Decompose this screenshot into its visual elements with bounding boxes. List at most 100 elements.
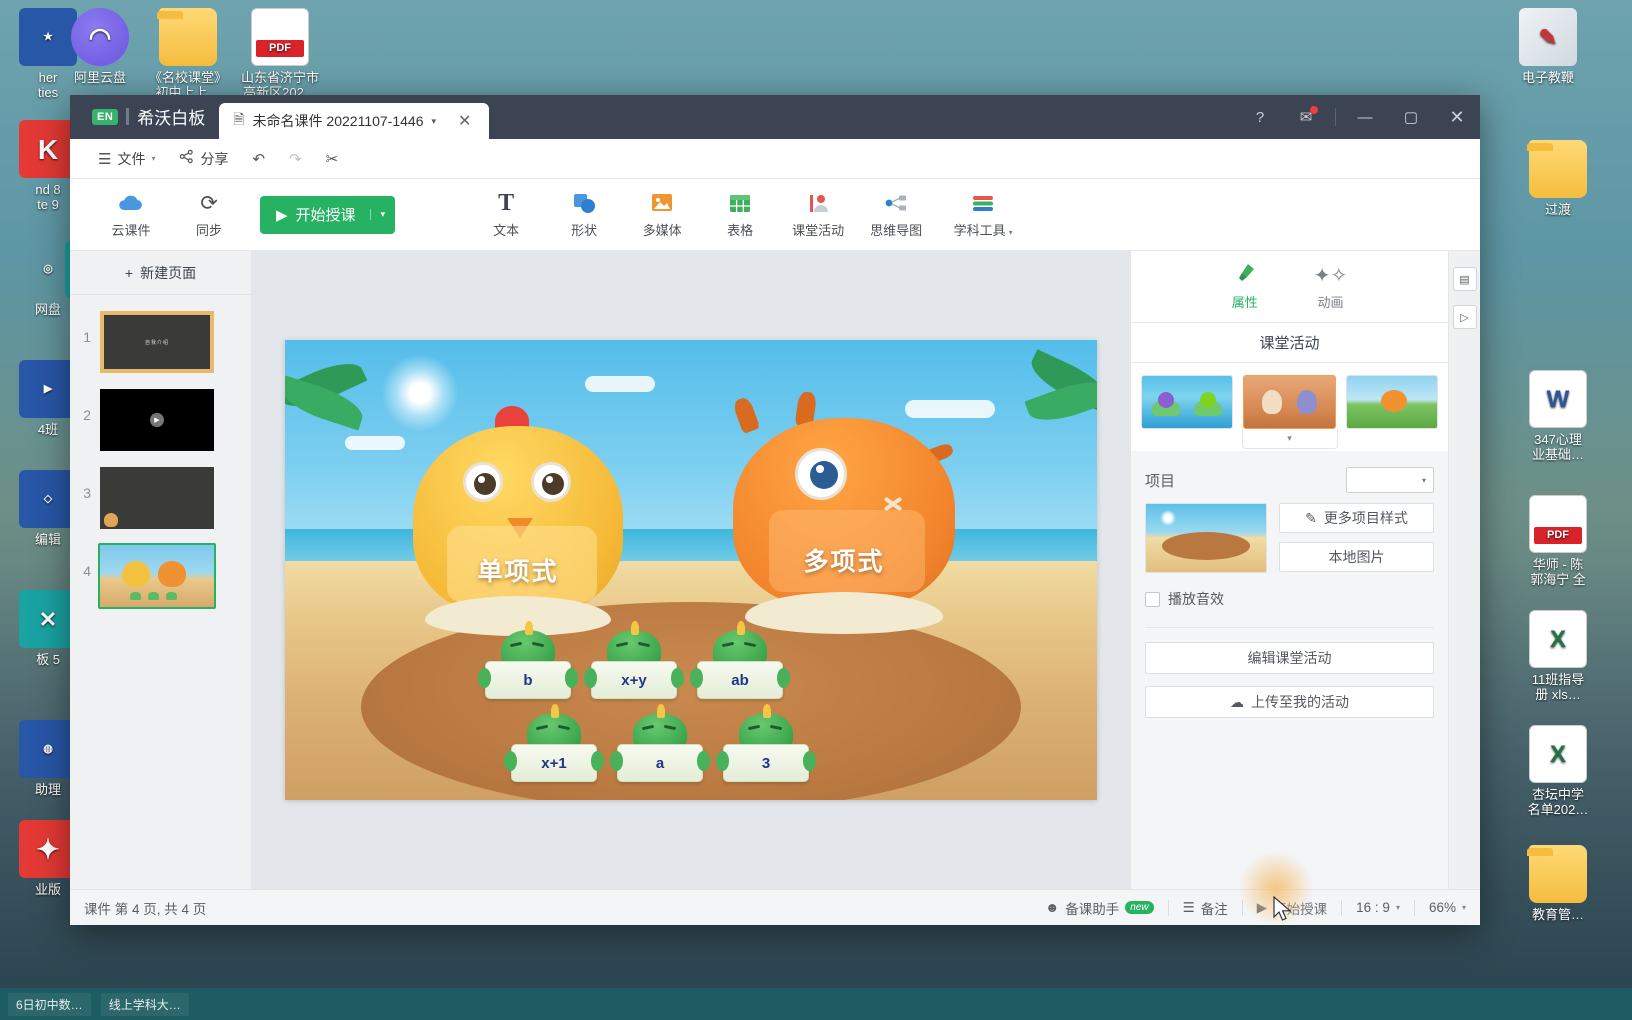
item-preview-image[interactable] [1145, 503, 1267, 573]
close-window-button[interactable]: ✕ [1434, 95, 1480, 139]
subject-tools-button[interactable]: 学科工具 ▾ [935, 186, 1031, 243]
taskbar-item[interactable]: 线上学科大… [100, 992, 189, 1016]
start-class-main[interactable]: ▶ 开始授课 [260, 204, 370, 225]
term-cards-row-2: x+1 a 3 [504, 704, 905, 782]
tab-properties[interactable]: 属性 [1232, 262, 1258, 311]
media-tool-button[interactable]: 多媒体 [623, 186, 701, 243]
term-card[interactable]: x+1 [504, 704, 604, 782]
term-card[interactable]: 3 [716, 704, 816, 782]
canvas-area[interactable]: 单项式 多项式 b x+y ab x+1 a 3 [252, 251, 1130, 889]
desktop-icon[interactable]: X 11班指导 册 xls… [1510, 610, 1606, 702]
desktop-icon[interactable]: 教育管… [1510, 845, 1606, 922]
term-card[interactable]: b [478, 621, 578, 699]
slide-canvas[interactable]: 单项式 多项式 b x+y ab x+1 a 3 [285, 340, 1097, 800]
sync-button[interactable]: ⟳ 同步 [170, 186, 248, 243]
term-card[interactable]: a [610, 704, 710, 782]
new-page-label: 新建页面 [140, 264, 197, 281]
slide-thumbnail-item[interactable]: 2 ▶ [70, 381, 251, 459]
monomial-character[interactable]: 单项式 [413, 400, 623, 636]
more-item-styles-button[interactable]: ✎ 更多项目样式 [1279, 503, 1434, 533]
presentation-icon[interactable]: ▷ [1452, 305, 1477, 329]
slide-thumbnail[interactable]: ▶ [98, 387, 216, 453]
lesson-assistant-button[interactable]: ☻ 备课助手 new [1031, 890, 1168, 925]
item-select[interactable]: ▾ [1346, 467, 1434, 493]
panel-toggle-icon[interactable]: ▤ [1452, 267, 1477, 291]
notes-button[interactable]: ☰ 备注 [1169, 890, 1242, 925]
chevron-down-icon[interactable]: ▾ [432, 116, 437, 127]
edit-activity-button[interactable]: 编辑课堂活动 [1145, 642, 1434, 674]
assistant-label: 备课助手 [1065, 901, 1120, 917]
desktop-icon-glyph: ▶ [19, 360, 77, 418]
table-tool-label: 表格 [727, 223, 754, 238]
right-rail: ▤ ▷ [1448, 251, 1480, 889]
term-cards-row-1: b x+y ab [478, 621, 905, 699]
activity-thumb-monster-island[interactable] [1141, 375, 1234, 429]
desktop-icon[interactable]: ✎ 电子教鞭 [1500, 8, 1596, 85]
aspect-ratio-button[interactable]: 16 : 9 ▾ [1342, 890, 1414, 925]
upload-activity-button[interactable]: ☁ 上传至我的活动 [1145, 686, 1434, 718]
redo-button[interactable]: ↷ [279, 145, 312, 173]
local-image-button[interactable]: 本地图片 [1279, 542, 1434, 572]
tab-animation[interactable]: ✦✧ 动画 [1314, 263, 1348, 311]
cloud-courseware-button[interactable]: 云课件 [92, 186, 170, 243]
shape-tool-label: 形状 [571, 223, 598, 238]
class-activity-icon [806, 190, 830, 216]
cloud [585, 376, 655, 392]
start-class-button[interactable]: ▶ 开始授课 ▾ [260, 195, 396, 234]
expand-activities-button[interactable]: ▾ [1241, 429, 1338, 449]
mail-icon[interactable]: ✉ [1283, 95, 1329, 139]
term-card[interactable]: x+y [584, 621, 684, 699]
desktop-icon[interactable]: X 杏坛中学 名单202… [1510, 725, 1606, 817]
polynomial-character[interactable]: 多项式 [731, 390, 955, 634]
term-card-label: ab [690, 661, 790, 699]
desktop-icon-glyph [1529, 845, 1587, 903]
slide-thumbnail[interactable] [98, 543, 216, 609]
desktop-icon[interactable]: W 347心理 业基础… [1510, 370, 1606, 462]
text-tool-button[interactable]: T 文本 [467, 186, 545, 243]
sync-label: 同步 [195, 223, 222, 238]
mindmap-tool-button[interactable]: 思维导图 [857, 186, 935, 243]
play-sound-checkbox[interactable]: 播放音效 [1145, 589, 1434, 609]
new-page-button[interactable]: + 新建页面 [70, 251, 251, 295]
class-activity-tool-button[interactable]: 课堂活动 [779, 186, 857, 243]
close-tab-icon[interactable]: ✕ [458, 111, 471, 131]
shape-tool-button[interactable]: 形状 [545, 186, 623, 243]
share-button[interactable]: 分享 [169, 144, 238, 174]
activity-thumb-duck-race[interactable] [1243, 375, 1336, 429]
item-label: 项目 [1145, 472, 1176, 490]
taskbar: 6日初中数… 线上学科大… [0, 988, 1632, 1020]
activity-thumb-balloon-field[interactable] [1345, 375, 1438, 429]
term-card-label: b [478, 661, 578, 699]
maximize-button[interactable]: ▢ [1388, 95, 1434, 139]
shape-icon [572, 190, 596, 216]
desktop-icon[interactable]: ◠ 阿里云盘 [52, 8, 148, 85]
share-icon [179, 149, 194, 168]
slide-thumbnail-item[interactable]: 3 [70, 459, 251, 537]
desktop-icon-glyph: PDF [251, 8, 309, 66]
slide-thumbnail[interactable]: 自我介绍 [98, 309, 216, 375]
desktop-icon[interactable]: PDF 山东省济宁市 高新区202… [232, 8, 328, 100]
desktop-icon[interactable]: 《名校课堂》 初中上上… [140, 8, 236, 100]
start-class-dropdown[interactable]: ▾ [369, 209, 396, 220]
desktop-icon[interactable]: PDF 华师 - 陈 郭海宁 全 [1510, 495, 1606, 587]
desktop-icon[interactable]: 过渡 [1510, 140, 1606, 217]
desktop-icon-glyph: ✦ [19, 820, 77, 878]
zoom-level-button[interactable]: 66% ▾ [1415, 890, 1480, 925]
slide-thumbnail-item[interactable]: 1 自我介绍 [70, 303, 251, 381]
term-card[interactable]: ab [690, 621, 790, 699]
slide-thumbnail[interactable] [98, 465, 216, 531]
undo-icon: ↶ [252, 150, 266, 168]
slide-thumbnail-list[interactable]: 1 自我介绍 2 ▶ 3 4 [70, 295, 251, 889]
help-icon[interactable]: ? [1237, 95, 1283, 139]
slide-thumbnail-item[interactable]: 4 [70, 537, 251, 615]
cut-button[interactable]: ✂ [316, 145, 349, 173]
term-card-label: a [610, 744, 710, 782]
minimize-button[interactable]: — [1342, 95, 1388, 139]
undo-button[interactable]: ↶ [242, 145, 275, 173]
taskbar-item[interactable]: 6日初中数… [8, 992, 91, 1016]
table-tool-button[interactable]: 表格 [701, 186, 779, 243]
desktop-icon-glyph: ✕ [19, 590, 77, 648]
status-start-class-button[interactable]: ▶ 开始授课 [1243, 890, 1341, 925]
file-menu-button[interactable]: ☰ 文件 ▾ [88, 144, 165, 174]
document-tab[interactable]: 🗎 未命名课件 20221107-1446 ▾ ✕ [219, 103, 490, 139]
